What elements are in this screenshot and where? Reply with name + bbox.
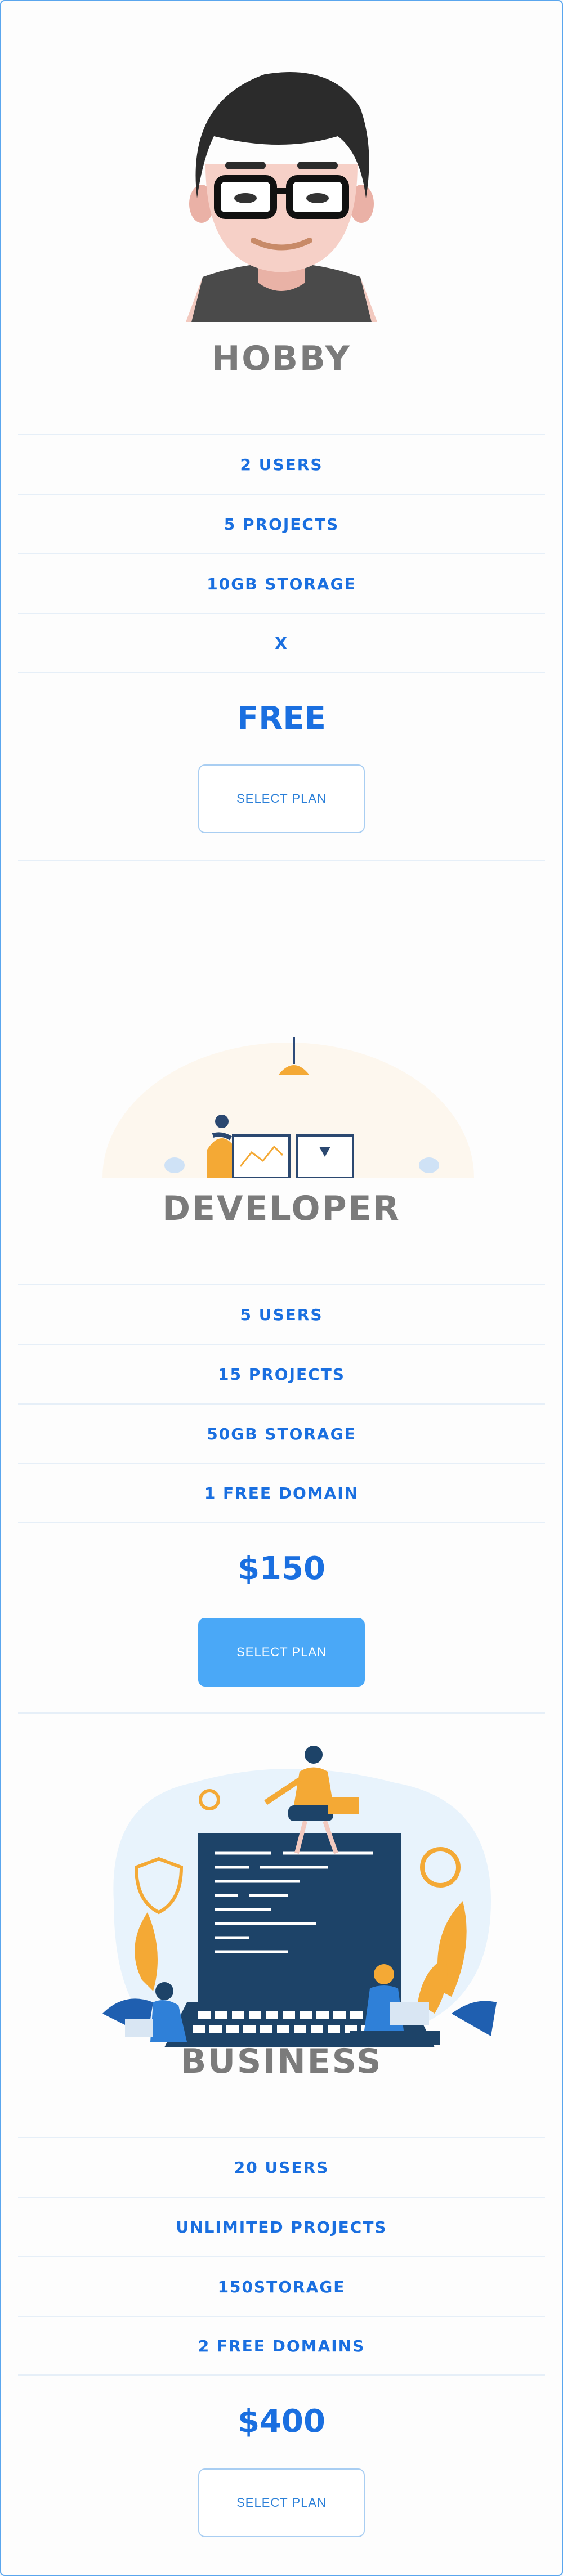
feature-domain: X [18, 613, 545, 673]
select-plan-button[interactable]: SELECT PLAN [198, 1618, 365, 1687]
feature-list: 2 USERS 5 PROJECTS 10GB STORAGE X [18, 434, 545, 673]
feature-storage: 50GB STORAGE [18, 1403, 545, 1463]
feature-users: 2 USERS [18, 434, 545, 494]
plan-title: HOBBY [212, 339, 351, 378]
feature-users: 20 USERS [18, 2137, 545, 2197]
feature-domain: 1 FREE DOMAIN [18, 1463, 545, 1523]
plan-price: FREE [237, 700, 326, 737]
feature-projects: UNLIMITED PROJECTS [18, 2197, 545, 2256]
feature-users: 5 USERS [18, 1284, 545, 1344]
plan-card-business: BUSINESS 20 USERS UNLIMITED PROJECTS 150… [1, 1715, 562, 2575]
plan-card-hobby: HOBBY 2 USERS 5 PROJECTS 10GB STORAGE X … [1, 1, 562, 862]
plan-price: $150 [238, 1550, 325, 1587]
plan-price: $400 [238, 2403, 325, 2440]
feature-domain: 2 FREE DOMAINS [18, 2316, 545, 2376]
feature-list: 5 USERS 15 PROJECTS 50GB STORAGE 1 FREE … [18, 1284, 545, 1523]
select-plan-button[interactable]: SELECT PLAN [198, 764, 365, 833]
pricing-page: HOBBY 2 USERS 5 PROJECTS 10GB STORAGE X … [0, 0, 563, 2576]
avatar-illustration [186, 72, 377, 322]
feature-list: 20 USERS UNLIMITED PROJECTS 150STORAGE 2… [18, 2137, 545, 2376]
business-illustration [102, 1746, 497, 2047]
feature-projects: 5 PROJECTS [18, 494, 545, 553]
feature-storage: 150STORAGE [18, 2256, 545, 2316]
select-plan-button[interactable]: SELECT PLAN [198, 2468, 365, 2537]
feature-projects: 15 PROJECTS [18, 1344, 545, 1403]
feature-storage: 10GB STORAGE [18, 553, 545, 613]
developer-illustration [102, 1037, 474, 1178]
plan-card-developer: DEVELOPER 5 USERS 15 PROJECTS 50GB STORA… [1, 862, 562, 1715]
plan-title: DEVELOPER [162, 1189, 401, 1228]
plan-title: BUSINESS [180, 2042, 383, 2081]
plan-divider [18, 860, 545, 861]
plan-divider [18, 1712, 545, 1714]
